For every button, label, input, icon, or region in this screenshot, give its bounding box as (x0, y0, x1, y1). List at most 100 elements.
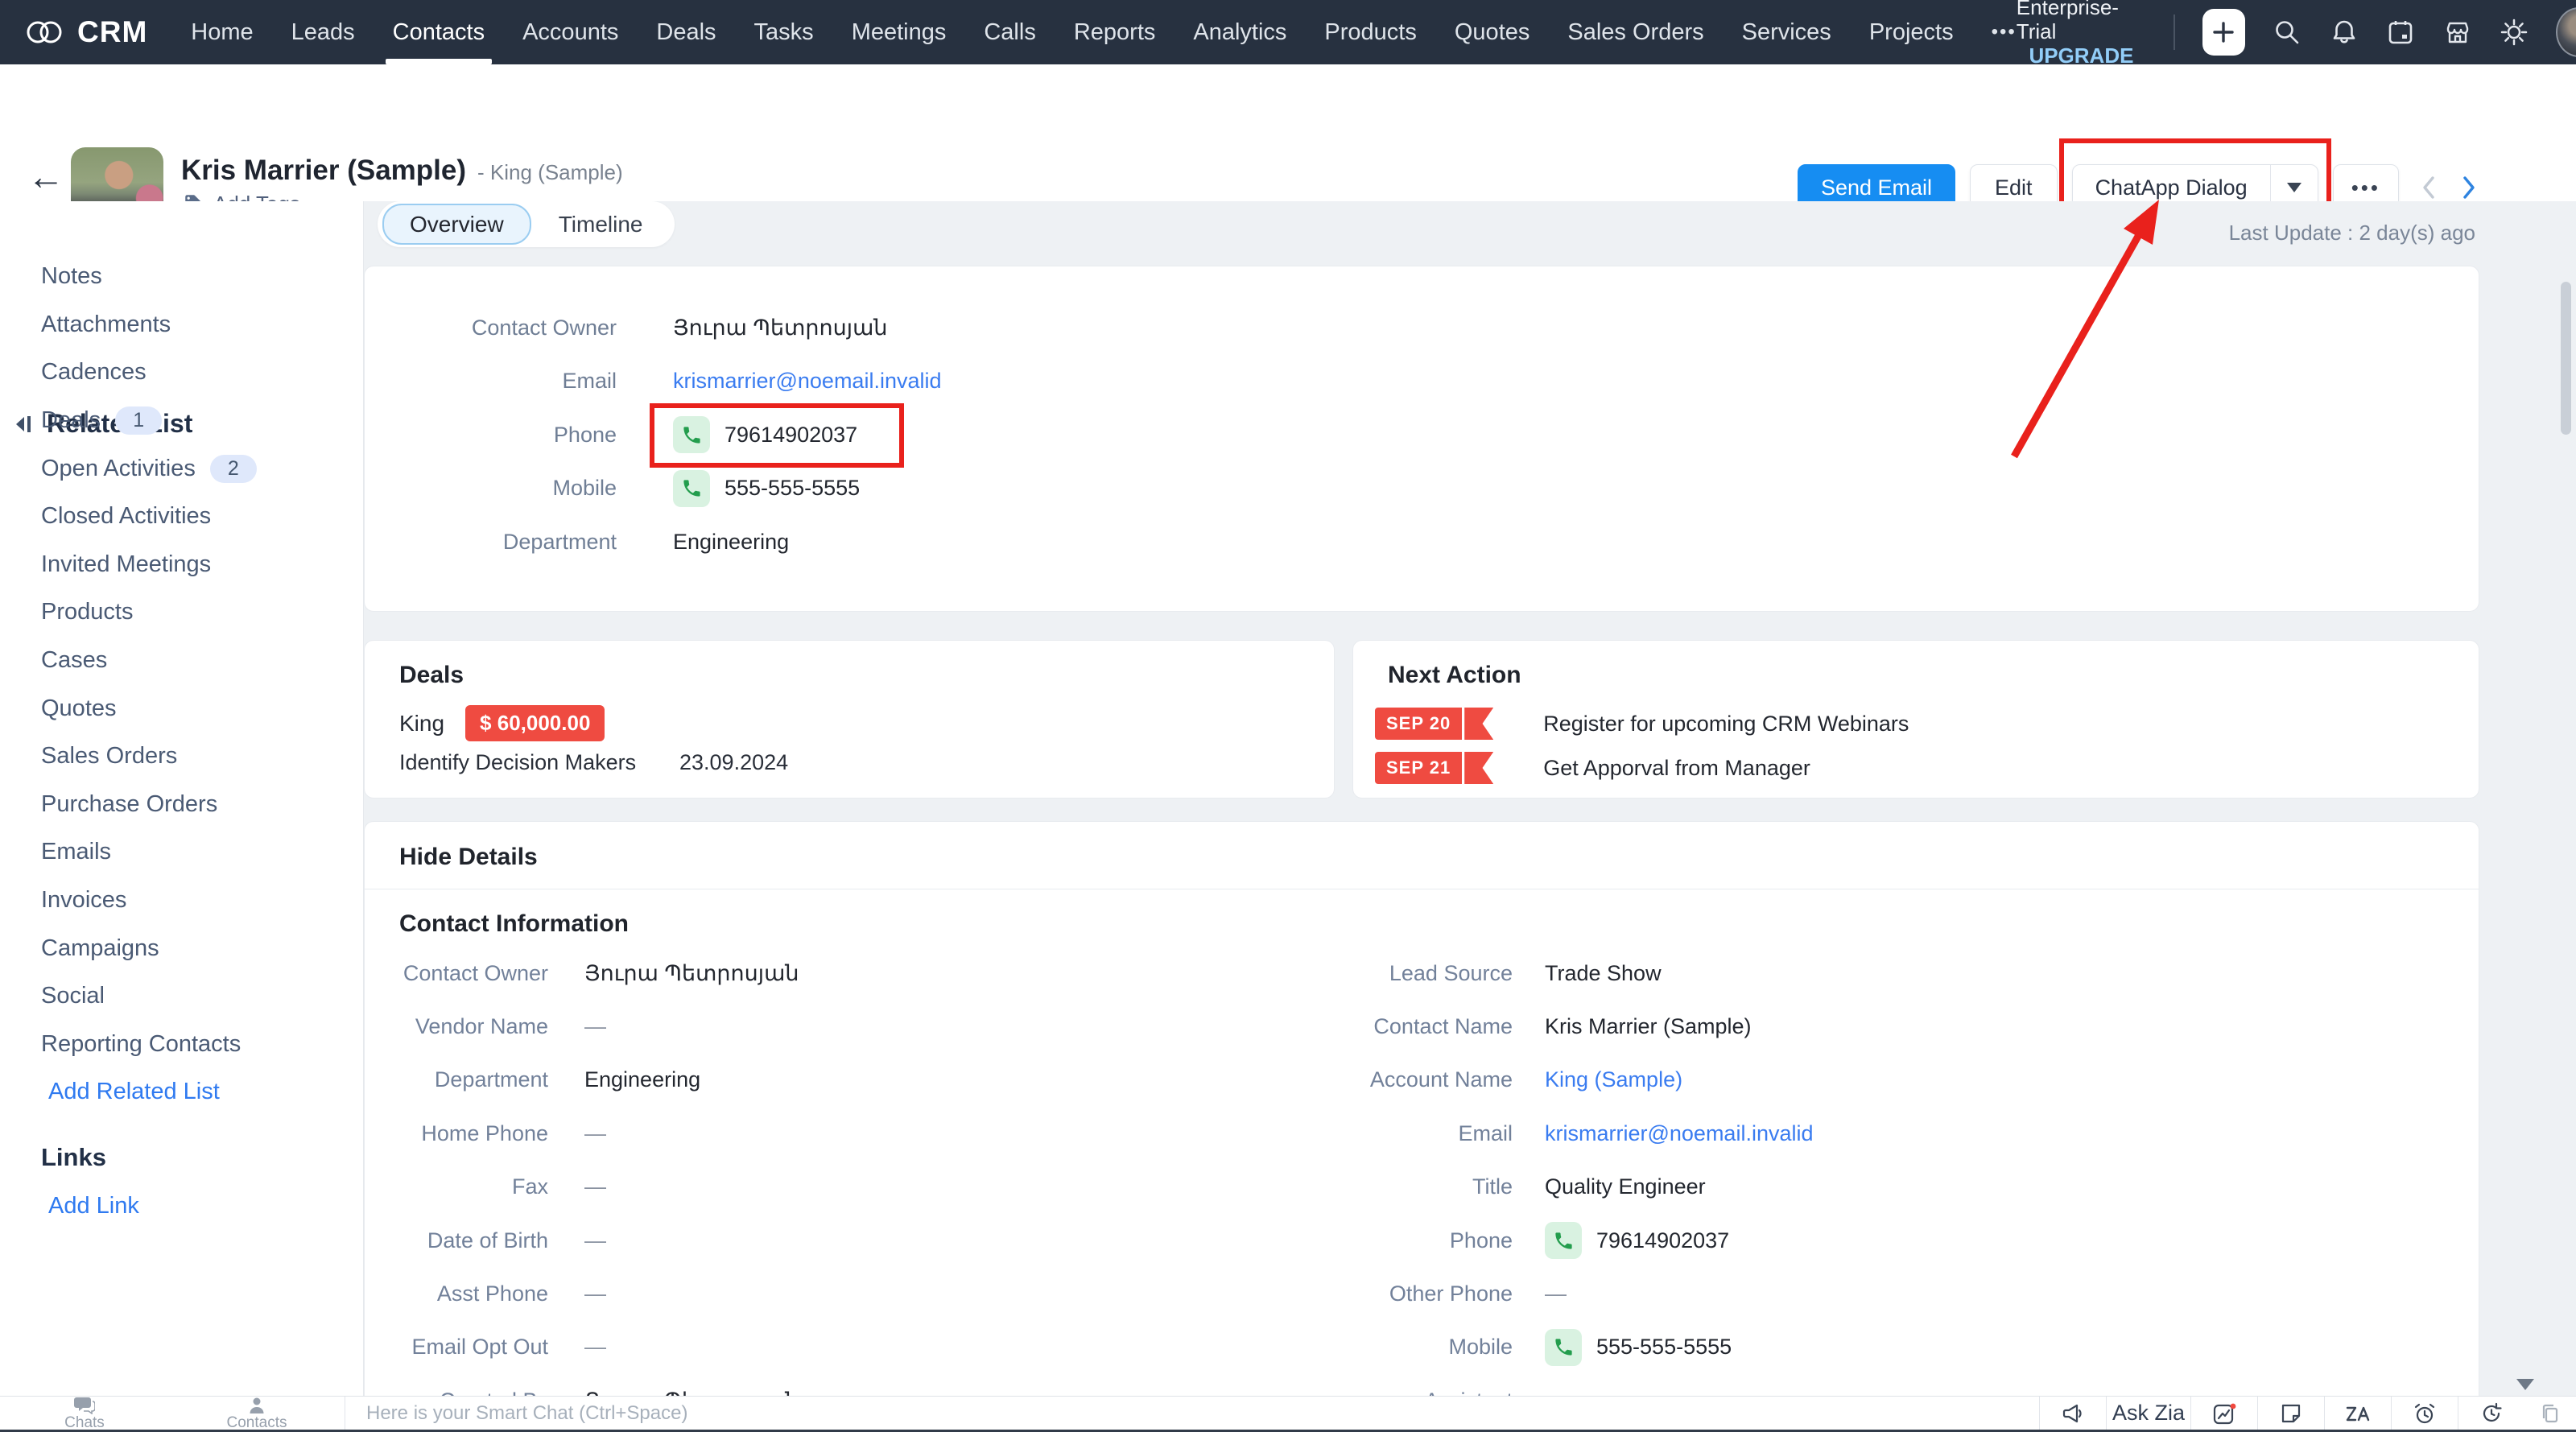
back-arrow-icon[interactable]: ← (27, 158, 64, 195)
copy-button[interactable] (2524, 1397, 2576, 1430)
nav-item-quotes[interactable]: Quotes (1455, 0, 1530, 64)
chat-bubble-icon (74, 1397, 95, 1414)
nav-overflow-button[interactable]: ••• (1992, 0, 2017, 64)
notes-button[interactable] (2257, 1397, 2324, 1430)
sidebar-item-invited-meetings[interactable]: Invited Meetings (0, 541, 363, 589)
history-button[interactable] (2458, 1397, 2524, 1430)
next-action-item[interactable]: SEP 20 Register for upcoming CRM Webinar… (1375, 708, 1909, 740)
phone-call-icon[interactable] (1545, 1222, 1582, 1259)
mobile-call-icon[interactable] (673, 470, 710, 507)
smart-chat-input[interactable] (365, 1401, 1959, 1426)
sidebar-item-attachments[interactable]: Attachments (0, 301, 363, 349)
contacts-presence-button[interactable]: Contacts (169, 1397, 345, 1430)
nav-item-services[interactable]: Services (1742, 0, 1831, 64)
field-value-email[interactable]: krismarrier@noemail.invalid (1545, 1107, 1814, 1160)
summary-value-email[interactable]: krismarrier@noemail.invalid (673, 369, 942, 394)
sidebar-item-social[interactable]: Social (0, 972, 363, 1021)
sidebar-item-open-activities[interactable]: Open Activities2 (0, 444, 363, 493)
sidebar-item-emails[interactable]: Emails (0, 828, 363, 877)
user-avatar[interactable] (2556, 7, 2576, 57)
sidebar-item-purchase-orders[interactable]: Purchase Orders (0, 781, 363, 829)
zoho-crm-window: CRM Home Leads Contacts Accounts Deals T… (0, 0, 2576, 1432)
summary-value-mobile[interactable]: 555-555-5555 (724, 476, 860, 501)
sidebar-item-products[interactable]: Products (0, 588, 363, 637)
calendar-icon[interactable] (2386, 16, 2416, 48)
field-value-lead-source: Trade Show (1545, 947, 1662, 1000)
field-value-fax: — (584, 1161, 606, 1214)
announcements-button[interactable] (2039, 1397, 2106, 1430)
reminders-button[interactable] (2391, 1397, 2458, 1430)
next-record-chevron-icon[interactable] (2458, 171, 2479, 204)
marketplace-icon[interactable] (2442, 16, 2472, 48)
plus-icon (2211, 20, 2235, 44)
add-link-link[interactable]: Add Link (0, 1182, 363, 1230)
search-icon[interactable] (2273, 16, 2302, 48)
field-label-contact-name: Contact Name (1271, 1000, 1513, 1053)
nav-right-tools: Enterprise-Trial UPGRADE (2017, 0, 2576, 68)
nav-item-home[interactable]: Home (191, 0, 253, 64)
nav-item-tasks[interactable]: Tasks (754, 0, 814, 64)
nav-item-projects[interactable]: Projects (1869, 0, 1954, 64)
prev-record-chevron-icon[interactable] (2418, 171, 2439, 204)
sidebar-item-campaigns[interactable]: Campaigns (0, 924, 363, 972)
mobile-call-icon[interactable] (1545, 1329, 1582, 1366)
sidebar-item-notes[interactable]: Notes (0, 253, 363, 301)
contact-information-title: Contact Information (399, 910, 629, 938)
next-action-title: Next Action (1388, 662, 1521, 689)
sidebar-item-sales-orders[interactable]: Sales Orders (0, 733, 363, 781)
next-action-item[interactable]: SEP 21 Get Apporval from Manager (1375, 752, 1810, 784)
field-label-phone: Phone (1271, 1214, 1513, 1267)
nav-item-products[interactable]: Products (1324, 0, 1416, 64)
sidebar-item-quotes[interactable]: Quotes (0, 684, 363, 733)
scroll-down-arrow-icon[interactable] (2516, 1379, 2534, 1390)
insights-icon (2211, 1401, 2237, 1426)
field-label-fax: Fax (365, 1161, 548, 1214)
zia-sketch-button[interactable] (2324, 1397, 2391, 1430)
vertical-scrollbar-thumb[interactable] (2561, 282, 2571, 435)
contacts-presence-label: Contacts (227, 1415, 287, 1430)
summary-value-phone[interactable]: 79614902037 (724, 423, 857, 448)
nav-item-reports[interactable]: Reports (1074, 0, 1156, 64)
ask-zia-button[interactable]: Ask Zia (2106, 1397, 2190, 1430)
contact-account-suffix[interactable]: - King (Sample) (477, 160, 623, 185)
field-value-phone[interactable]: 79614902037 (1596, 1228, 1729, 1253)
zoho-logo-icon (24, 16, 66, 48)
deal-amount-badge: $ 60,000.00 (465, 705, 605, 741)
sidebar-item-cases[interactable]: Cases (0, 637, 363, 685)
zoho-crm-logo[interactable]: CRM (24, 15, 147, 49)
nav-item-analytics[interactable]: Analytics (1193, 0, 1286, 64)
field-value-account-name[interactable]: King (Sample) (1545, 1054, 1682, 1107)
field-value-email-opt-out: — (584, 1321, 606, 1374)
nav-item-accounts[interactable]: Accounts (522, 0, 618, 64)
field-label-email-opt-out: Email Opt Out (365, 1321, 548, 1374)
nav-item-meetings[interactable]: Meetings (852, 0, 947, 64)
sidebar-item-invoices[interactable]: Invoices (0, 877, 363, 925)
nav-item-deals[interactable]: Deals (656, 0, 716, 64)
field-value-mobile[interactable]: 555-555-5555 (1596, 1335, 1732, 1360)
field-value-home-phone: — (584, 1107, 606, 1160)
sidebar-item-closed-activities[interactable]: Closed Activities (0, 493, 363, 541)
nav-item-contacts[interactable]: Contacts (393, 0, 485, 64)
sidebar-item-cadences[interactable]: Cadences (0, 349, 363, 397)
gear-icon[interactable] (2500, 16, 2529, 48)
deals-card: Deals King $ 60,000.00 Identify Decision… (364, 640, 1335, 799)
nav-item-calls[interactable]: Calls (984, 0, 1035, 64)
phone-call-icon[interactable] (673, 416, 710, 453)
nav-item-sales-orders[interactable]: Sales Orders (1567, 0, 1703, 64)
alarm-icon (2412, 1401, 2438, 1426)
chats-button[interactable]: Chats (0, 1397, 169, 1430)
add-related-list-link[interactable]: Add Related List (0, 1068, 363, 1116)
quick-create-button[interactable] (2202, 9, 2245, 56)
tab-overview[interactable]: Overview (382, 204, 531, 245)
bell-icon[interactable] (2329, 16, 2359, 48)
deal-stage: Identify Decision Makers (399, 750, 636, 775)
zia-insights-button[interactable] (2190, 1397, 2257, 1430)
nav-item-leads[interactable]: Leads (291, 0, 355, 64)
sidebar-item-deals[interactable]: Deals1 (0, 397, 363, 445)
hide-details-toggle[interactable]: Hide Details (399, 844, 538, 871)
summary-label-mobile: Mobile (365, 476, 617, 501)
tab-timeline[interactable]: Timeline (531, 205, 671, 243)
deal-name[interactable]: King (399, 711, 444, 737)
sidebar-item-reporting-contacts[interactable]: Reporting Contacts (0, 1021, 363, 1069)
person-icon (248, 1397, 266, 1414)
